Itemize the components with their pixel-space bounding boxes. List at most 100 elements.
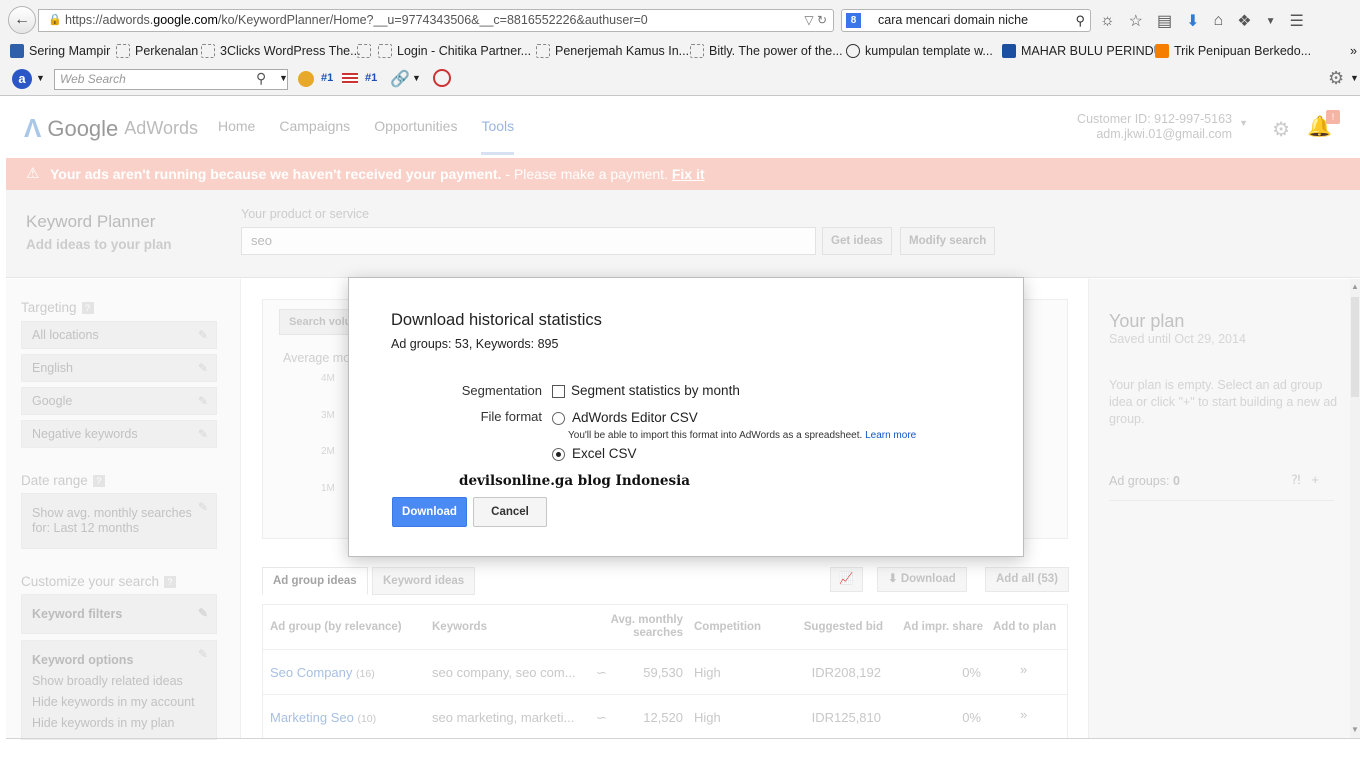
- search-icon[interactable]: ⚲: [256, 70, 266, 87]
- bookmark-item[interactable]: Bitly. The power of the...: [690, 44, 843, 58]
- pencil-icon[interactable]: ✎: [198, 421, 208, 447]
- excel-csv-label[interactable]: Excel CSV: [572, 446, 637, 461]
- segment-checkbox[interactable]: [552, 385, 565, 398]
- home-icon[interactable]: ⌂: [1214, 12, 1224, 30]
- bookmark-star-icon[interactable]: ☆: [1129, 11, 1143, 31]
- modify-search-button[interactable]: Modify search: [900, 227, 996, 255]
- column-header[interactable]: Competition: [694, 605, 761, 649]
- fix-it-link[interactable]: Fix it: [672, 166, 705, 182]
- extension-icon[interactable]: ❖: [1237, 11, 1251, 31]
- page-subtitle[interactable]: Add ideas to your plan: [26, 237, 172, 252]
- help-icon[interactable]: ?: [92, 475, 105, 487]
- learn-more-link[interactable]: Learn more: [865, 430, 916, 441]
- nav-campaigns[interactable]: Campaigns: [279, 118, 350, 155]
- pencil-icon[interactable]: ✎: [198, 322, 208, 348]
- bookmark-item[interactable]: Sering Mampir: [10, 44, 110, 58]
- date-range-setting[interactable]: Show avg. monthly searches for: Last 12 …: [21, 493, 217, 549]
- bookmark-item[interactable]: Login - Chitika Partner...: [378, 44, 531, 58]
- column-header[interactable]: Avg. monthly searches: [603, 605, 683, 649]
- ad-group-link[interactable]: Seo Company (16): [270, 650, 375, 695]
- pencil-icon[interactable]: ✎: [198, 647, 208, 662]
- chevron-down-icon[interactable]: ▼: [1350, 73, 1359, 83]
- scrollbar-thumb[interactable]: [1351, 297, 1359, 397]
- pencil-icon[interactable]: ✎: [198, 355, 208, 381]
- nav-tools[interactable]: Tools: [481, 118, 515, 155]
- download-button[interactable]: ⬇ Download: [877, 567, 967, 592]
- bookmarks-list-icon[interactable]: ▤: [1157, 11, 1172, 31]
- editor-csv-radio[interactable]: [552, 412, 565, 425]
- tab-ad-group-ideas[interactable]: Ad group ideas: [262, 567, 368, 595]
- target-icon[interactable]: [433, 69, 451, 87]
- adwords-logo[interactable]: Λ Google AdWords: [24, 113, 198, 144]
- tab-keyword-ideas[interactable]: Keyword ideas: [372, 567, 476, 595]
- add-icon[interactable]: +: [1311, 472, 1319, 487]
- excel-csv-radio[interactable]: [552, 448, 565, 461]
- help-icon[interactable]: ?: [81, 302, 94, 314]
- alexa-icon[interactable]: [298, 71, 314, 87]
- nav-home[interactable]: Home: [218, 118, 255, 155]
- search-engine-icon[interactable]: 8: [846, 13, 861, 28]
- account-info[interactable]: Customer ID: 912-997-5163 adm.jkwi.01@gm…: [1077, 112, 1232, 142]
- scroll-down-icon[interactable]: ▼: [1351, 725, 1359, 734]
- product-input[interactable]: seo: [241, 227, 816, 255]
- link-icon[interactable]: 🔗: [390, 69, 410, 89]
- chevron-down-icon[interactable]: ▼: [1266, 16, 1276, 27]
- chevron-down-icon[interactable]: ▼: [36, 73, 45, 83]
- ad-group-link[interactable]: Marketing Seo (10): [270, 695, 376, 740]
- gear-icon[interactable]: ⚙: [1328, 68, 1344, 89]
- reload-icon[interactable]: ▽ ↻: [804, 10, 827, 31]
- bookmark-item[interactable]: Trik Penipuan Berkedo...: [1155, 44, 1311, 58]
- scroll-up-icon[interactable]: ▲: [1351, 282, 1359, 291]
- bookmark-item[interactable]: [357, 44, 376, 58]
- url-bar[interactable]: 🔒 https://adwords.google.com/ko/KeywordP…: [38, 9, 834, 32]
- web-search-input[interactable]: Web Search: [54, 69, 288, 90]
- editor-csv-label[interactable]: AdWords Editor CSV: [572, 410, 698, 425]
- chevron-down-icon[interactable]: ▼: [279, 73, 288, 83]
- column-header[interactable]: Ad group (by relevance): [270, 605, 402, 649]
- trend-icon[interactable]: ∽: [596, 650, 607, 695]
- location-target[interactable]: All locations ✎: [21, 321, 217, 349]
- network-target[interactable]: Google ✎: [21, 387, 217, 415]
- gear-icon[interactable]: ⚙: [1272, 117, 1290, 142]
- column-header[interactable]: Suggested bid: [798, 605, 883, 649]
- trend-icon[interactable]: ∽: [596, 695, 607, 740]
- search-icon[interactable]: ⚲: [1075, 10, 1085, 31]
- help-icon[interactable]: ?: [164, 576, 177, 588]
- chart-y-label: Average mo: [283, 351, 351, 365]
- download-icon[interactable]: ⬇: [1186, 11, 1199, 31]
- ask-toolbar-icon[interactable]: a: [12, 69, 32, 89]
- pencil-icon[interactable]: ✎: [198, 388, 208, 414]
- bookmarks-overflow-icon[interactable]: »: [1350, 44, 1357, 58]
- column-header[interactable]: Keywords: [432, 605, 487, 649]
- edit-icon[interactable]: ⁈: [1291, 472, 1301, 487]
- add-to-plan-icon[interactable]: »: [1020, 695, 1027, 740]
- browser-search-bar[interactable]: 8 cara mencari domain niche ⚲: [841, 9, 1091, 32]
- get-ideas-button[interactable]: Get ideas: [822, 227, 892, 255]
- pencil-icon[interactable]: ✎: [198, 601, 208, 625]
- wordpress-icon: [846, 44, 860, 58]
- addon-icon[interactable]: ☼: [1100, 12, 1115, 30]
- search-volume-button[interactable]: Search volu: [279, 309, 359, 335]
- add-to-plan-icon[interactable]: »: [1020, 650, 1027, 695]
- bookmark-item[interactable]: 3Clicks WordPress The...: [201, 44, 361, 58]
- column-header[interactable]: Ad impr. share: [898, 605, 983, 649]
- keyword-filters[interactable]: Keyword filters ✎: [21, 594, 217, 634]
- nav-opportunities[interactable]: Opportunities: [374, 118, 457, 155]
- segment-option-label[interactable]: Segment statistics by month: [571, 383, 740, 398]
- download-confirm-button[interactable]: Download: [392, 497, 467, 527]
- language-target[interactable]: English ✎: [21, 354, 217, 382]
- keyword-options[interactable]: Keyword options Show broadly related ide…: [21, 640, 217, 740]
- cancel-button[interactable]: Cancel: [473, 497, 547, 527]
- bookmark-item[interactable]: kumpulan template w...: [846, 44, 993, 58]
- bookmark-item[interactable]: Penerjemah Kamus In...: [536, 44, 689, 58]
- chevron-down-icon[interactable]: ▼: [412, 73, 421, 83]
- chevron-down-icon[interactable]: ▼: [1239, 118, 1248, 128]
- chart-toggle-icon[interactable]: 📈: [830, 567, 863, 592]
- menu-icon[interactable]: ☰: [1289, 11, 1303, 31]
- negative-keywords-target[interactable]: Negative keywords ✎: [21, 420, 217, 448]
- back-button[interactable]: ←: [8, 6, 36, 34]
- bookmark-item[interactable]: MAHAR BULU PERINDU: [1002, 44, 1163, 58]
- bookmark-item[interactable]: Perkenalan: [116, 44, 198, 58]
- pencil-icon[interactable]: ✎: [198, 500, 208, 515]
- add-all-button[interactable]: Add all (53): [985, 567, 1069, 592]
